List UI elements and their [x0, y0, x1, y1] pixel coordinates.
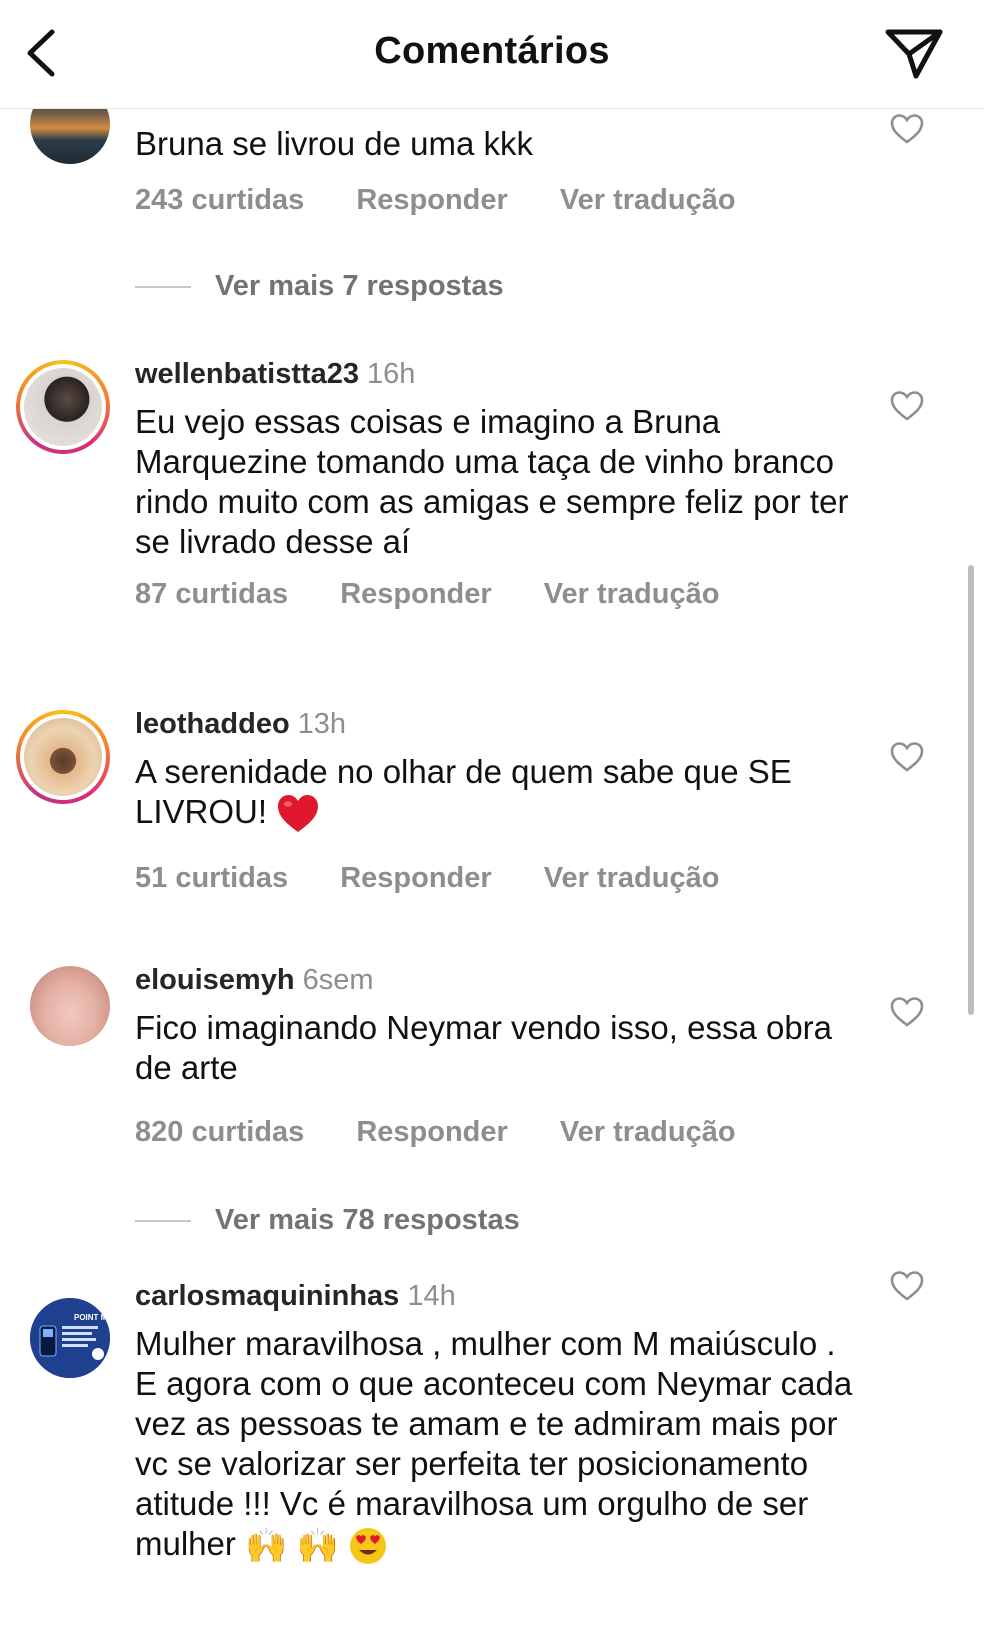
like-heart-icon[interactable]	[890, 741, 924, 773]
send-direct-icon[interactable]	[882, 24, 946, 82]
avatar[interactable]	[16, 958, 110, 1052]
scrollbar[interactable]	[968, 565, 974, 1015]
username[interactable]: carlosmaquininhas	[135, 1280, 399, 1312]
translate-button[interactable]: Ver tradução	[560, 1116, 736, 1148]
page-title: Comentários	[374, 30, 610, 72]
header-bar: Comentários	[0, 0, 984, 109]
comment-text-wrap: Mulher maravilhosa , mulher com M maiúsc…	[135, 1324, 855, 1566]
username[interactable]: wellenbatistta23	[135, 358, 359, 390]
comment-actions: 820 curtidas Responder Ver tradução	[135, 1116, 780, 1149]
divider-line	[135, 1220, 191, 1223]
raising-hands-emoji-icon: 🙌	[296, 1527, 339, 1566]
avatar-story-ring[interactable]	[16, 710, 110, 804]
comment-text-wrap: A serenidade no olhar de quem sabe que S…	[135, 752, 855, 835]
divider-line	[135, 286, 191, 289]
view-more-replies-button[interactable]: Ver mais 7 respostas	[135, 270, 504, 303]
face-closeup-photo-icon	[30, 966, 110, 1046]
comment-text: Fico imaginando Neymar vendo isso, essa …	[135, 1009, 833, 1086]
timestamp: 13h	[297, 708, 347, 740]
view-more-label[interactable]: Ver mais 78 respostas	[215, 1204, 520, 1236]
like-heart-icon[interactable]	[890, 113, 924, 145]
comment-meta: elouisemyh 6sem	[135, 962, 373, 998]
comment-actions: 243 curtidas Responder Ver tradução	[135, 184, 780, 217]
comment-meta: leothaddeo 13h	[135, 706, 346, 742]
translate-button[interactable]: Ver tradução	[544, 862, 720, 894]
comment-actions: 87 curtidas Responder Ver tradução	[135, 578, 763, 611]
likes-count[interactable]: 243 curtidas	[135, 184, 304, 216]
comment-actions: 51 curtidas Responder Ver tradução	[135, 862, 763, 895]
comment-meta: carlosmaquininhas 14h	[135, 1278, 456, 1314]
timestamp: 6sem	[302, 964, 374, 996]
avatar-logo-text: POINT MINI	[74, 1313, 110, 1322]
timestamp: 14h	[407, 1280, 456, 1312]
like-heart-icon[interactable]	[890, 1270, 924, 1302]
raising-hands-emoji-icon: 🙌	[245, 1527, 288, 1566]
username[interactable]: elouisemyh	[135, 964, 295, 996]
heart-eyes-emoji-icon	[350, 1528, 387, 1565]
timestamp: 16h	[367, 358, 416, 390]
comment-text: Mulher maravilhosa , mulher com M maiúsc…	[135, 1325, 853, 1562]
card-machine-logo-icon: POINT MINI	[30, 1298, 110, 1378]
avatar[interactable]: POINT MINI	[16, 1290, 110, 1384]
red-heart-emoji-icon	[278, 795, 319, 833]
likes-count[interactable]: 820 curtidas	[135, 1116, 304, 1148]
translate-button[interactable]: Ver tradução	[544, 578, 720, 610]
comment-text: A serenidade no olhar de quem sabe que S…	[135, 753, 792, 830]
username[interactable]: leothaddeo	[135, 708, 290, 740]
card-machine-graphic: POINT MINI	[30, 1298, 110, 1378]
comment-text: Eu vejo essas coisas e imagino a Bruna M…	[135, 403, 849, 560]
reply-button[interactable]: Responder	[340, 862, 491, 894]
likes-count[interactable]: 87 curtidas	[135, 578, 288, 610]
view-more-replies-button[interactable]: Ver mais 78 respostas	[135, 1204, 520, 1237]
avatar-story-ring[interactable]	[16, 360, 110, 454]
reply-button[interactable]: Responder	[356, 1116, 507, 1148]
like-heart-icon[interactable]	[890, 390, 924, 422]
reply-button[interactable]: Responder	[340, 578, 491, 610]
comment-text: Bruna se livrou de uma kkk	[135, 125, 534, 162]
reply-button[interactable]: Responder	[356, 184, 507, 216]
woman-photo-icon	[20, 364, 106, 450]
like-heart-icon[interactable]	[890, 996, 924, 1028]
likes-count[interactable]: 51 curtidas	[135, 862, 288, 894]
translate-button[interactable]: Ver tradução	[560, 184, 736, 216]
comment-meta: wellenbatistta23 16h	[135, 356, 415, 392]
beach-man-photo-icon	[20, 714, 106, 800]
view-more-label[interactable]: Ver mais 7 respostas	[215, 270, 504, 302]
comments-list[interactable]: Bruna se livrou de uma kkk 243 curtidas …	[0, 0, 984, 1637]
